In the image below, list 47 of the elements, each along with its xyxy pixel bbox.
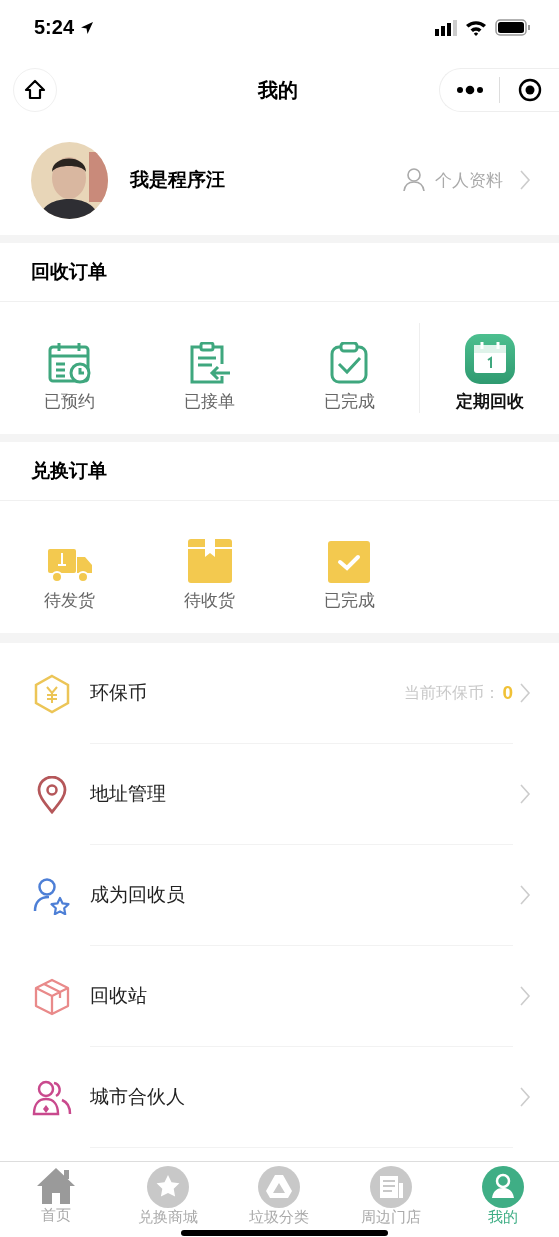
order-status-label[interactable]: 已接单: [184, 390, 236, 413]
home-button[interactable]: [13, 68, 57, 112]
user-name: 我是程序汪: [130, 168, 226, 192]
location-pin-icon: [37, 775, 67, 814]
person-icon: [403, 168, 425, 192]
more-icon[interactable]: [455, 85, 484, 95]
status-time: 5:24: [34, 16, 75, 39]
truck-icon: [47, 547, 92, 583]
chevron-icon: [519, 682, 531, 704]
location-arrow-icon: [80, 20, 95, 35]
menu-item[interactable]: 环保币: [90, 680, 405, 706]
coin-hexagon-icon: [33, 673, 71, 714]
coin-balance-value: 0: [502, 682, 513, 704]
person-star-icon: [33, 876, 71, 915]
clipboard-check-icon: [329, 342, 370, 384]
calendar-clock-icon: [47, 342, 92, 384]
chevron-icon: [519, 884, 531, 906]
people-icon: [32, 1079, 72, 1116]
page-title: 我的: [258, 77, 298, 103]
chevron-icon: [519, 169, 531, 191]
user-icon: [482, 1166, 525, 1208]
chevron-icon: [519, 783, 531, 805]
wifi-icon: [465, 19, 487, 36]
section-title: 兑换订单: [0, 442, 559, 501]
order-status-label[interactable]: 待发货: [44, 589, 96, 612]
order-status-label[interactable]: 定期回收: [455, 390, 524, 413]
calendar-icon: [464, 334, 515, 384]
order-status-label[interactable]: 已预约: [44, 390, 96, 413]
package-icon: [187, 539, 232, 583]
order-status-label[interactable]: 已完成: [323, 589, 375, 612]
house-icon: [35, 1166, 76, 1206]
chevron-icon: [519, 985, 531, 1007]
signal-icon: [435, 19, 457, 36]
checkbox-icon: [328, 541, 371, 583]
battery-icon: [495, 19, 531, 36]
order-status-label[interactable]: 待收货: [184, 589, 236, 612]
menu-item[interactable]: 回收站: [90, 983, 513, 1009]
chevron-icon: [519, 1086, 531, 1108]
box-icon: [33, 977, 71, 1016]
order-status-label[interactable]: 已完成: [323, 390, 375, 413]
menu-item[interactable]: 成为回收员: [90, 882, 513, 908]
newspaper-icon: [370, 1166, 413, 1208]
menu-item[interactable]: 地址管理: [90, 781, 513, 807]
section-title: 回收订单: [0, 243, 559, 302]
close-icon[interactable]: [517, 78, 542, 102]
home-icon: [23, 78, 47, 102]
menu-item[interactable]: 城市合伙人: [90, 1084, 513, 1110]
